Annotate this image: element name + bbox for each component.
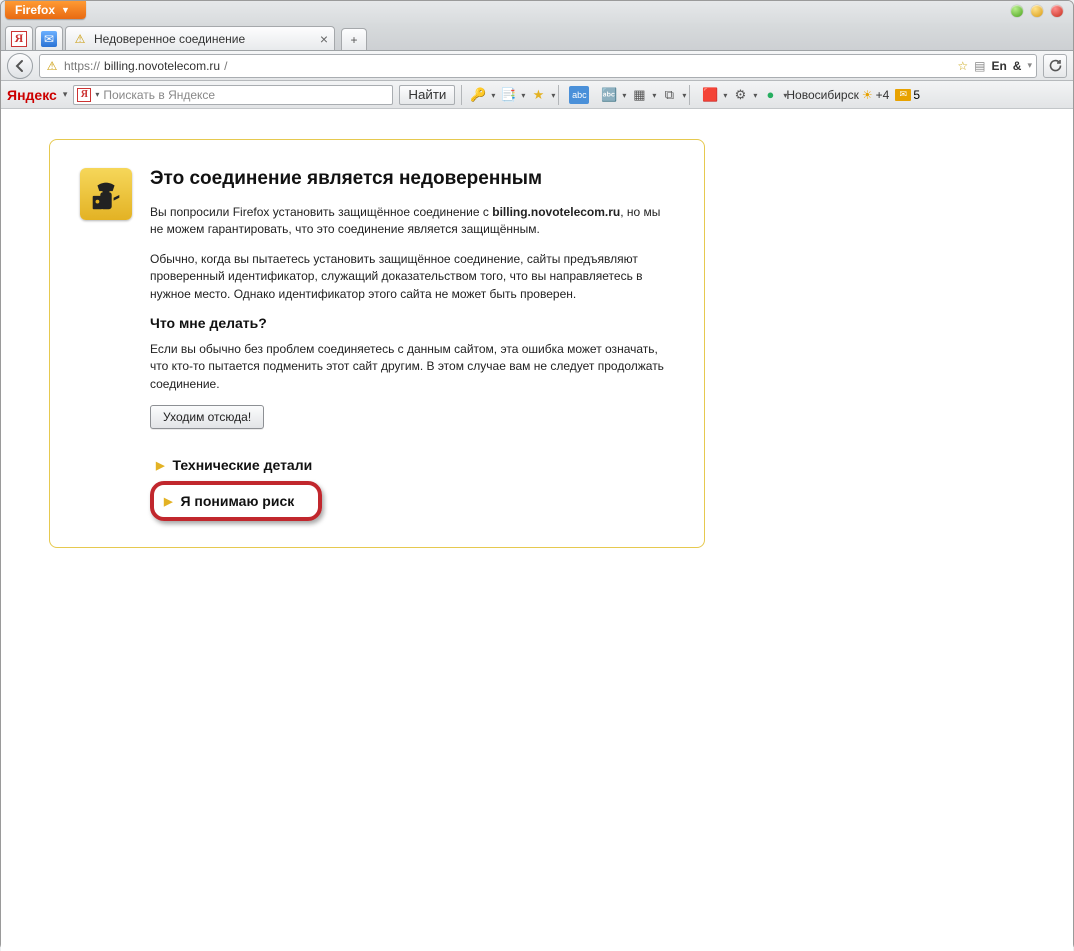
chevron-down-icon: ▼ (61, 5, 70, 15)
triangle-right-icon: ▶ (156, 459, 164, 472)
yandex-weather[interactable]: Новосибирск ☀ +4 (786, 88, 889, 102)
get-out-button[interactable]: Уходим отсюда! (150, 405, 264, 429)
triangle-right-icon: ▶ (164, 495, 172, 508)
share-icon[interactable]: ⧉▾ (659, 86, 679, 104)
url-host: billing.novotelecom.ru (104, 59, 220, 73)
tab-title: Недоверенное соединение (94, 32, 314, 46)
city-label: Новосибирск (786, 88, 858, 102)
yandex-toolbar-icons: 🔑▾ 📑▾ ★▾ abc 🔤▾ ▦▾ ⧉▾ 🟥▾ ⚙▾ ●▾ (468, 85, 780, 105)
new-tab-button[interactable]: + (341, 28, 367, 50)
close-window-button[interactable] (1051, 5, 1063, 17)
pinned-tab-mail[interactable]: ✉ (35, 26, 63, 50)
understand-risk-expander[interactable]: ▶ Я понимаю риск (158, 487, 300, 515)
untrusted-connection-box: Это соединение является недоверенным Вы … (49, 139, 705, 548)
window-controls (1011, 1, 1073, 17)
bookmarks-icon[interactable]: 📑▾ (498, 86, 518, 104)
ssl-warning-icon: ⚠ (44, 58, 60, 74)
tab-active[interactable]: ⚠ Недоверенное соединение × (65, 26, 335, 50)
chevron-down-icon[interactable]: ▾ (1027, 60, 1032, 71)
error-paragraph-1: Вы попросили Firefox установить защищённ… (150, 204, 674, 239)
envelope-icon: ✉ (895, 89, 911, 101)
amp-icon: & (1013, 59, 1022, 73)
annotation-highlight: ▶ Я понимаю риск (150, 481, 322, 521)
yandex-toolbar-label[interactable]: Яндекс (7, 87, 57, 103)
weather-temp: +4 (876, 88, 890, 102)
back-button[interactable] (7, 53, 33, 79)
tab-close-button[interactable]: × (320, 31, 328, 47)
bookmark-star-icon[interactable]: ☆ (957, 59, 968, 73)
yandex-search-button[interactable]: Найти (399, 85, 455, 105)
settings-gear-icon[interactable]: ⚙▾ (730, 86, 750, 104)
spellcheck-icon[interactable]: abc (569, 86, 589, 104)
minimize-button[interactable] (1011, 5, 1023, 17)
chevron-down-icon: ▾ (95, 90, 99, 99)
error-heading: Это соединение является недоверенным (150, 168, 674, 190)
feed-icon[interactable]: ▤ (974, 59, 985, 73)
sun-icon: ☀ (862, 88, 873, 102)
pinned-tab-yandex[interactable]: Я (5, 26, 33, 50)
url-path: / (224, 59, 227, 73)
translate-icon[interactable]: 🔤▾ (599, 86, 619, 104)
page-info-icon[interactable]: ▦▾ (629, 86, 649, 104)
mail-icon: ✉ (41, 31, 57, 47)
error-subheading: Что мне делать? (150, 315, 674, 331)
locale-indicator: En (991, 59, 1006, 73)
yandex-icon: Я (11, 31, 27, 47)
url-scheme: https:// (64, 59, 100, 73)
maximize-button[interactable] (1031, 5, 1043, 17)
favorites-star-icon[interactable]: ★▾ (528, 86, 548, 104)
separator (461, 85, 462, 105)
warning-icon: ⚠ (72, 31, 88, 47)
error-paragraph-3: Если вы обычно без проблем соединяетесь … (150, 341, 674, 393)
reload-button[interactable] (1043, 54, 1067, 78)
login-icon[interactable]: 🔑▾ (468, 86, 488, 104)
yandex-mail-counter[interactable]: ✉ 5 (895, 88, 920, 102)
mail-count: 5 (913, 88, 920, 102)
firefox-menu-button[interactable]: Firefox ▼ (5, 1, 86, 19)
technical-details-label: Технические детали (172, 457, 312, 473)
security-officer-icon (80, 168, 132, 220)
separator (558, 85, 559, 105)
technical-details-expander[interactable]: ▶ Технические детали (150, 449, 674, 481)
page-viewport: Это соединение является недоверенным Вы … (1, 109, 1073, 951)
status-ok-icon[interactable]: ●▾ (760, 86, 780, 104)
yandex-icon: Я (77, 88, 91, 102)
yandex-search-placeholder: Поискать в Яндексе (103, 88, 215, 102)
firefox-menu-label: Firefox (15, 3, 55, 17)
error-paragraph-2: Обычно, когда вы пытаетесь установить за… (150, 251, 674, 303)
widget-icon[interactable]: 🟥▾ (700, 86, 720, 104)
yandex-search-input[interactable]: Я ▾ Поискать в Яндексе (73, 85, 393, 105)
understand-risk-label: Я понимаю риск (180, 493, 294, 509)
separator (689, 85, 690, 105)
address-bar[interactable]: ⚠ https:// billing.novotelecom.ru / ☆ ▤ En… (39, 54, 1037, 78)
